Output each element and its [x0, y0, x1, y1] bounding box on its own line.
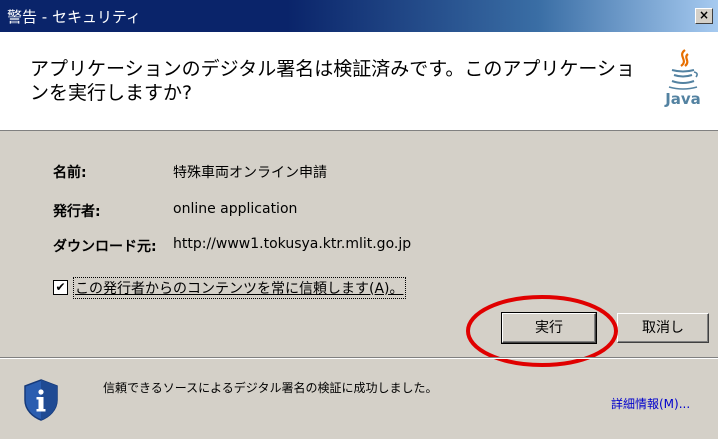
publisher-value: online application: [173, 201, 298, 217]
cancel-button[interactable]: 取消し: [617, 313, 709, 343]
download-from-value: http://www1.tokusya.ktr.mlit.go.jp: [173, 236, 412, 252]
more-info-link[interactable]: 詳細情報(M)...: [611, 395, 690, 412]
close-button[interactable]: ×: [695, 8, 713, 24]
trust-checkbox-label[interactable]: この発行者からのコンテンツを常に信頼します(A)。: [73, 277, 406, 299]
shield-info-icon: [24, 379, 58, 421]
security-warning-dialog: 警告 - セキュリティ × アプリケーションのデジタル署名は検証済みです。このア…: [0, 0, 718, 439]
title-bar[interactable]: 警告 - セキュリティ ×: [0, 0, 718, 32]
publisher-label: 発行者:: [53, 204, 101, 220]
java-logo-text: Java: [665, 90, 701, 108]
name-label: 名前:: [53, 165, 87, 181]
footer-divider: [0, 357, 718, 359]
window-title: 警告 - セキュリティ: [7, 8, 142, 26]
highlight-ellipse: [466, 295, 618, 367]
download-from-label: ダウンロード元:: [53, 239, 157, 255]
name-value: 特殊車両オンライン申請: [173, 165, 327, 181]
java-cup-icon: [668, 49, 698, 90]
footer-message: 信頼できるソースによるデジタル署名の検証に成功しました。: [103, 381, 438, 395]
dialog-header: アプリケーションのデジタル署名は検証済みです。このアプリケーションを実行しますか…: [0, 32, 718, 131]
trust-checkbox[interactable]: ✔: [53, 280, 68, 295]
header-message: アプリケーションのデジタル署名は検証済みです。このアプリケーションを実行しますか…: [30, 58, 635, 104]
java-logo: Java: [663, 48, 703, 118]
